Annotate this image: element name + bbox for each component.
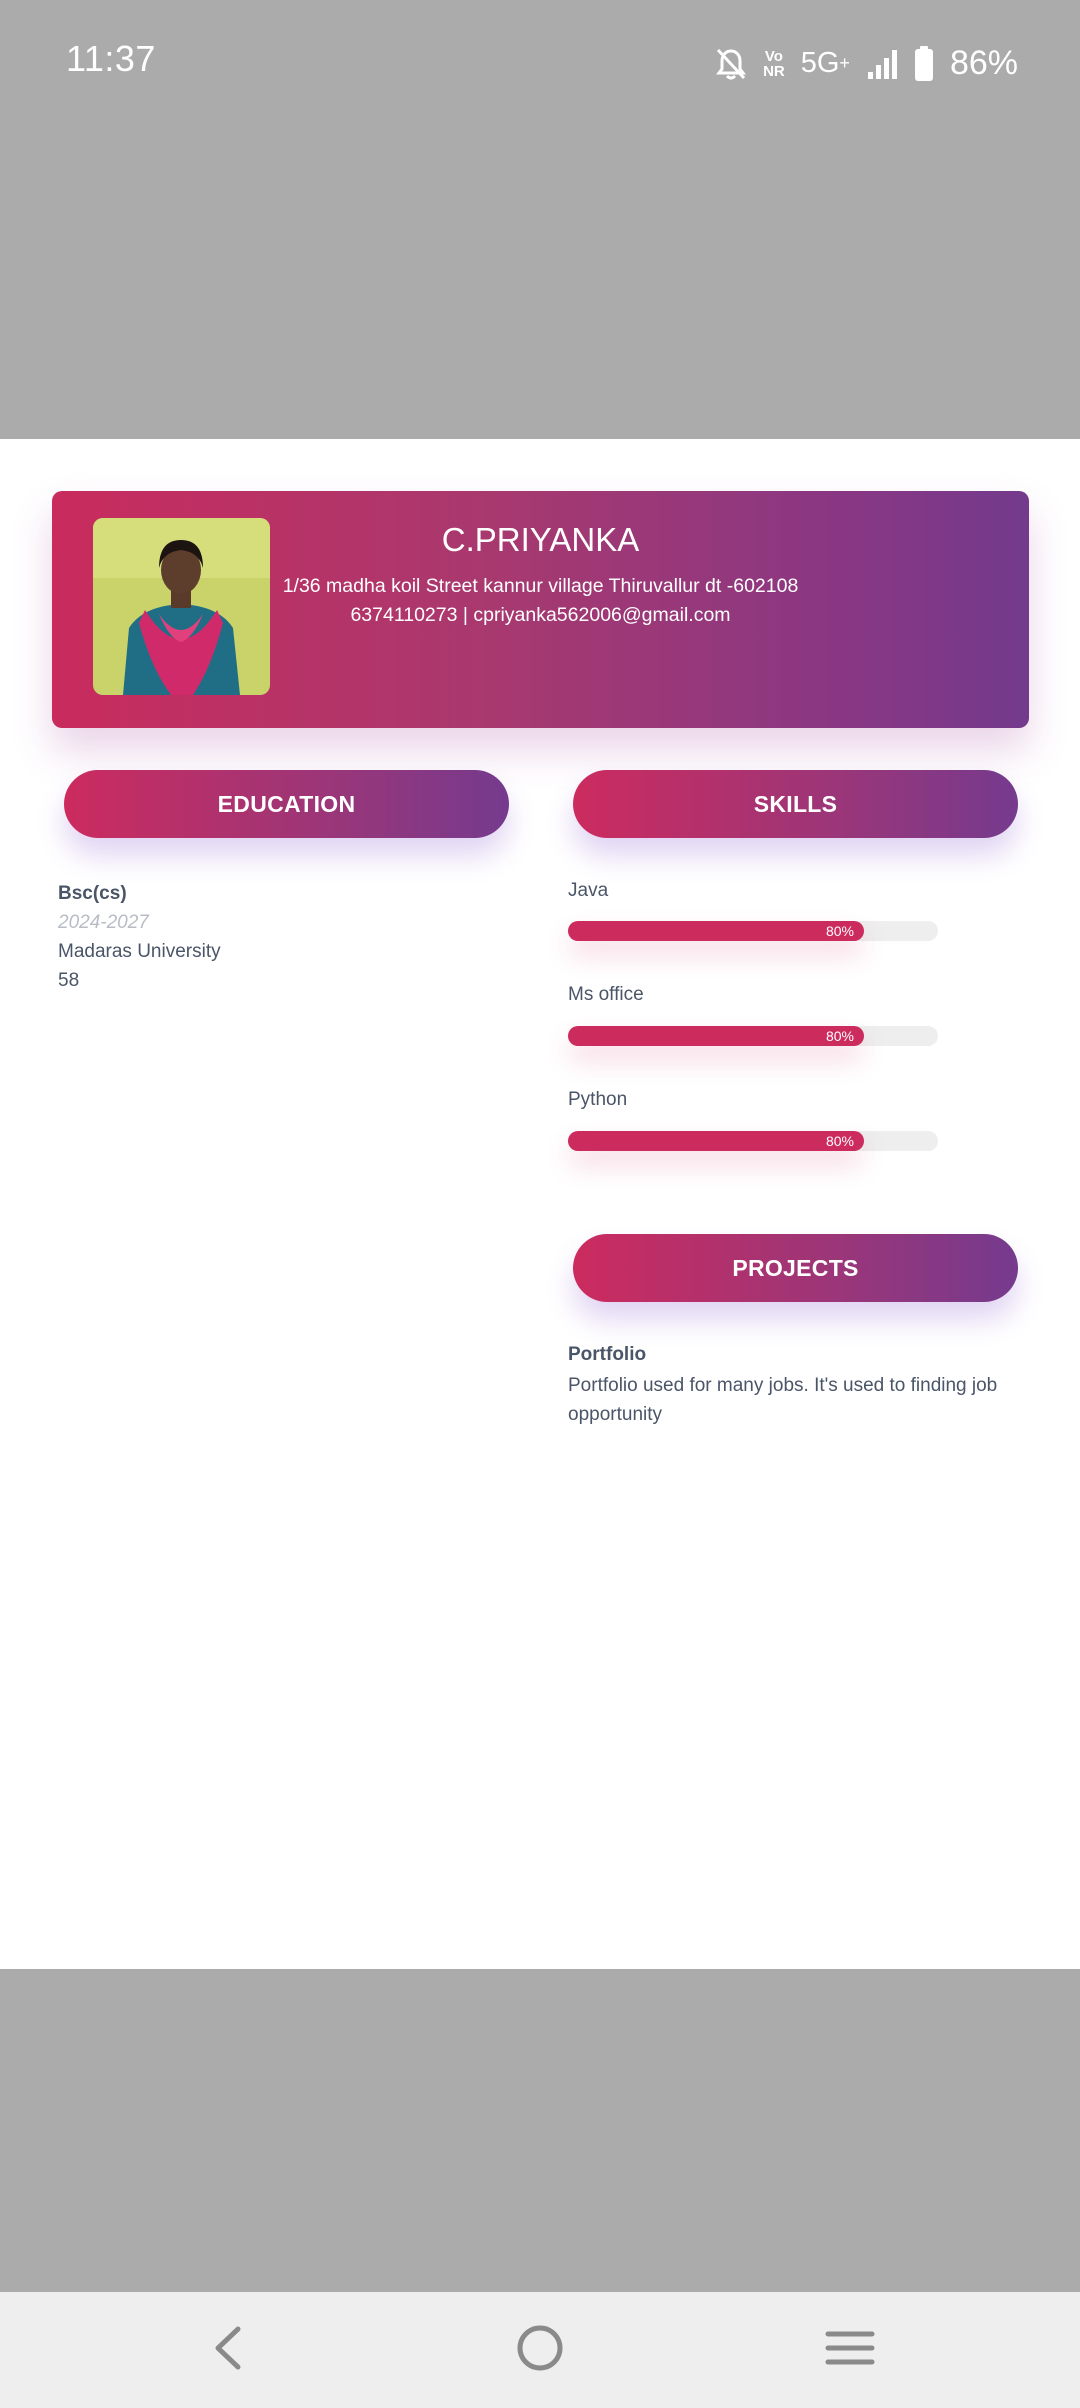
education-university: Madaras University	[58, 941, 221, 962]
skills-header: SKILLS	[573, 770, 1018, 838]
battery-percent: 86%	[949, 44, 1018, 82]
skill-name-ms-office: Ms office	[568, 984, 644, 1005]
project-description: Portfolio used for many jobs. It's used …	[568, 1375, 998, 1425]
profile-address: 1/36 madha koil Street kannur village Th…	[282, 575, 799, 597]
skill-bar-ms-office: 80%	[568, 1026, 938, 1046]
resume-page: C.PRIYANKA 1/36 madha koil Street kannur…	[0, 439, 1080, 1969]
skill-bar-python: 80%	[568, 1131, 938, 1151]
skill-bar-java: 80%	[568, 921, 938, 941]
education-years: 2024-2027	[58, 912, 149, 933]
battery-icon	[914, 45, 934, 82]
signal-icon	[866, 48, 898, 80]
skill-bar-fill: 80%	[568, 1131, 864, 1151]
home-icon	[515, 2323, 565, 2378]
skill-name-python: Python	[568, 1089, 628, 1110]
volte-line-1: Vo	[764, 47, 783, 65]
bell-muted-icon	[715, 47, 747, 81]
volte-line-2: NR	[763, 62, 785, 80]
profile-name: C.PRIYANKA	[441, 521, 640, 558]
skill-bar-fill: 80%	[568, 1026, 864, 1046]
skill-percent: 80%	[825, 923, 854, 939]
recents-button[interactable]	[812, 2312, 888, 2388]
skill-name-java: Java	[568, 880, 609, 901]
education-entry: Bsc(cs) 2024-2027 Madaras University 58	[58, 879, 221, 995]
home-button[interactable]	[502, 2312, 578, 2388]
profile-contact: 6374110273 | cpriyanka562006@gmail.com	[350, 604, 731, 626]
education-score: 58	[58, 970, 80, 991]
projects-header: PROJECTS	[573, 1234, 1018, 1302]
network-5g-icon: 5G +	[801, 47, 850, 80]
skill-bar-fill: 80%	[568, 921, 864, 941]
header-card: C.PRIYANKA 1/36 madha koil Street kannur…	[52, 491, 1029, 728]
skill-percent: 80%	[825, 1028, 854, 1044]
skill-percent: 80%	[825, 1133, 854, 1149]
status-icons: Vo NR 5G + 86%	[715, 44, 1018, 83]
navigation-bar	[0, 2292, 1080, 2408]
project-title: Portfolio	[568, 1344, 647, 1365]
back-icon	[208, 2323, 248, 2378]
status-bar: 11:37 Vo NR 5G + 86%	[0, 0, 1080, 128]
network-type: 5G	[800, 47, 840, 79]
recents-menu-icon	[824, 2328, 876, 2373]
status-time: 11:37	[66, 38, 156, 79]
education-header: EDUCATION	[64, 770, 509, 838]
education-degree: Bsc(cs)	[58, 883, 127, 904]
volte-icon: Vo NR	[763, 49, 785, 79]
back-button[interactable]	[190, 2312, 266, 2388]
network-plus: +	[839, 53, 850, 73]
